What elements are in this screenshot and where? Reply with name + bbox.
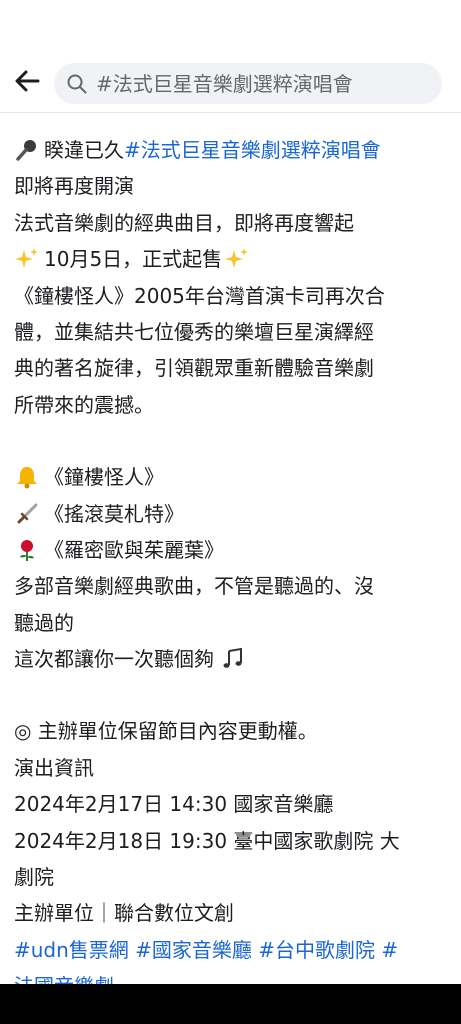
system-nav-bar <box>0 984 461 1024</box>
post-text: 多部音樂劇經典歌曲，不管是聽過的、沒 <box>14 574 374 599</box>
dagger-icon <box>14 501 40 527</box>
post-text: 即將再度開演 <box>14 174 134 199</box>
post-text: 劇院 <box>14 865 54 890</box>
post-text: ◎ 主辦單位保留節目內容更動權。 <box>14 719 318 744</box>
microphone-icon <box>14 137 40 163</box>
music-notes-icon <box>220 646 246 672</box>
hashtag-link[interactable]: #法式巨星音樂劇選粹演唱會 <box>124 132 381 168</box>
post-text: 演出資訊 <box>14 755 94 780</box>
post-text: 主辦單位｜聯合數位文創 <box>14 901 234 926</box>
search-icon <box>67 74 87 93</box>
post-text: 2024年2月18日 19:30 臺中國家歌劇院 大 <box>14 828 400 853</box>
rose-icon <box>14 537 40 563</box>
top-bar <box>0 0 461 113</box>
post-text: 10月5日，正式起售 <box>44 247 223 272</box>
post-text: 典的著名旋律，引領觀眾重新體驗音樂劇 <box>14 356 374 381</box>
show-title: 《羅密歐與茱麗葉》 <box>44 537 224 562</box>
hashtag-link[interactable]: #國家音樂廳 <box>135 932 252 968</box>
back-arrow-icon <box>15 70 40 92</box>
post-body: 睽違已久 #法式巨星音樂劇選粹演唱會 即將再度開演 法式音樂劇的經典曲目，即將再… <box>14 132 446 1005</box>
bell-icon <box>14 464 40 490</box>
show-title: 《搖滾莫札特》 <box>44 501 184 526</box>
post-text: 法式音樂劇的經典曲目，即將再度響起 <box>14 210 354 235</box>
post-text: 睽違已久 <box>44 138 124 162</box>
sparkles-icon <box>14 246 40 272</box>
show-title: 《鐘樓怪人》 <box>44 465 164 490</box>
post-text: 所帶來的震撼。 <box>14 392 154 417</box>
post-text: 《鐘樓怪人》2005年台灣首演卡司再次合 <box>14 283 385 308</box>
post-text: 聽過的 <box>14 610 74 635</box>
search-bar[interactable] <box>54 63 442 104</box>
back-button[interactable] <box>10 64 44 98</box>
post-text: 體，並集結共七位優秀的樂壇巨星演繹經 <box>14 319 374 344</box>
hashtag-link[interactable]: #台中歌劇院 <box>258 932 375 968</box>
hashtag-link[interactable]: # <box>381 932 398 968</box>
post-text: 這次都讓你一次聽個夠 <box>14 647 214 672</box>
sparkles-icon <box>224 246 250 272</box>
post-text: 2024年2月17日 14:30 國家音樂廳 <box>14 792 334 817</box>
hashtag-link[interactable]: #udn售票網 <box>14 932 129 968</box>
search-input[interactable] <box>96 71 436 96</box>
